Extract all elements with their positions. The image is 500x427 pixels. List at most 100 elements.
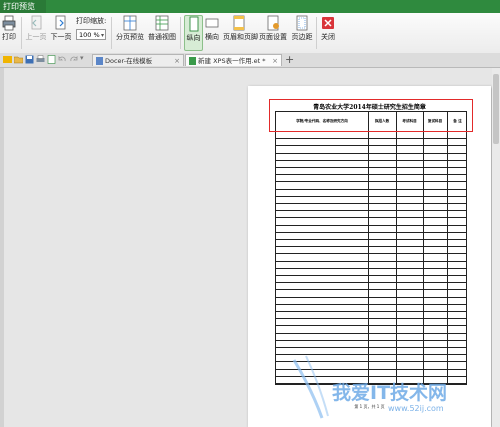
portrait-label: 纵向	[186, 34, 201, 42]
tab-docer-templates[interactable]: Docer-在线模板 ×	[92, 54, 184, 66]
table-row-line	[276, 260, 466, 262]
table-row-line	[276, 311, 466, 312]
table-row-line	[276, 318, 466, 320]
table-row-line	[276, 217, 466, 219]
page-break-preview-button[interactable]: 分页预览	[116, 15, 144, 42]
customize-arrow-icon[interactable]: ▾	[80, 54, 84, 62]
portrait-button[interactable]: 纵向	[184, 15, 203, 51]
chevron-down-icon: ▾	[100, 32, 104, 39]
left-edge-bar	[0, 68, 4, 427]
landscape-label: 横向	[205, 33, 219, 41]
table-row-line	[276, 347, 466, 348]
normal-view-icon	[155, 15, 169, 31]
landscape-icon	[205, 18, 219, 28]
window-title: 打印预览	[3, 2, 35, 11]
close-icon[interactable]: ×	[272, 55, 278, 66]
table-row-line	[276, 267, 466, 269]
table-row-line	[276, 231, 466, 233]
table-row-line	[276, 167, 466, 168]
undo-icon[interactable]	[58, 55, 67, 64]
zoom-value: 100 %	[79, 31, 100, 39]
table-row-line	[276, 152, 466, 154]
title-bar: 打印预览	[0, 0, 500, 13]
table-row-line	[276, 174, 466, 176]
page-break-preview-icon	[123, 15, 137, 31]
margins-icon	[296, 15, 308, 31]
app-menu-icon[interactable]	[3, 55, 12, 64]
table-row-line	[276, 203, 466, 204]
watermark: 我爱IT技术网 www.52ij.com	[292, 350, 492, 427]
page-setup-label: 页面设置	[259, 33, 287, 41]
open-folder-icon[interactable]	[14, 55, 23, 64]
table-row-line	[276, 332, 466, 334]
watermark-text: 我爱IT技术网	[332, 382, 448, 404]
zoom-label: 打印缩放:	[76, 17, 107, 25]
tab-label: Docer-在线模板	[105, 57, 153, 65]
spreadsheet-icon	[189, 57, 196, 65]
close-label: 关闭	[321, 33, 335, 41]
close-icon[interactable]: ×	[174, 55, 180, 66]
save-icon[interactable]	[25, 55, 34, 64]
margins-button[interactable]: 页边距	[291, 15, 313, 42]
header-footer-button[interactable]: 页眉和页脚	[223, 15, 258, 42]
prev-page-icon	[31, 15, 42, 30]
next-page-label: 下一页	[50, 33, 72, 41]
next-page-icon	[55, 15, 66, 30]
new-tab-button[interactable]: +	[285, 54, 294, 66]
docer-icon	[96, 57, 103, 65]
normal-view-label: 普通视图	[148, 33, 176, 41]
table-row-line	[276, 224, 466, 226]
table-row-line	[276, 289, 466, 291]
table-row-line	[276, 246, 466, 248]
title-highlight-box	[269, 99, 473, 132]
table-row-line	[276, 145, 466, 147]
header-footer-label: 页眉和页脚	[223, 33, 258, 41]
document-tab-strip: ▾ Docer-在线模板 × 新建 XPS表一作用.et * × +	[0, 53, 500, 68]
portrait-icon	[189, 16, 198, 32]
watermark-url: www.52ij.com	[388, 404, 444, 413]
table-row-line	[276, 282, 466, 284]
table-row-line	[276, 159, 466, 161]
redo-icon[interactable]	[69, 55, 78, 64]
table-row-line	[276, 239, 466, 240]
table-row-line	[276, 296, 466, 298]
prev-page-label: 上一页	[25, 33, 47, 41]
page-setup-button[interactable]: 页面设置	[258, 15, 288, 42]
normal-view-button[interactable]: 普通视图	[148, 15, 176, 42]
header-footer-icon	[233, 15, 245, 31]
landscape-button[interactable]: 横向	[204, 15, 220, 42]
vertical-scrollbar[interactable]	[492, 68, 500, 427]
prev-page-button[interactable]: 上一页	[25, 15, 47, 42]
table-row-line	[276, 253, 466, 255]
table-row-line	[276, 275, 466, 276]
document-table: 学院/专业代码、名称及研究方向 拟招人数 考试科目 复试科目 备 注	[275, 111, 467, 385]
tab-label: 新建 XPS表一作用.et *	[198, 57, 266, 65]
table-row-line	[276, 195, 466, 197]
table-row-line	[276, 188, 466, 190]
page-setup-icon	[267, 15, 279, 31]
close-preview-button[interactable]: 关闭	[320, 15, 336, 42]
close-icon	[322, 17, 334, 29]
print-preview-ribbon: 打印 上一页 下一页 打印缩放: 100 % ▾ 分页预览 普通视图 纵向 横向…	[0, 13, 500, 54]
table-row-line	[276, 210, 466, 212]
separator	[21, 17, 22, 49]
printer-icon	[2, 15, 16, 31]
table-row-line	[276, 339, 466, 341]
table-row-line	[276, 325, 466, 327]
separator	[180, 17, 181, 49]
table-row-line	[276, 181, 466, 183]
print-label: 打印	[2, 33, 16, 41]
table-row-line	[276, 303, 466, 305]
print-button[interactable]: 打印	[1, 15, 17, 42]
page-break-preview-label: 分页预览	[116, 33, 144, 41]
separator	[111, 17, 112, 49]
tab-current-workbook[interactable]: 新建 XPS表一作用.et * ×	[185, 54, 282, 66]
next-page-button[interactable]: 下一页	[50, 15, 72, 42]
print-preview-icon[interactable]	[47, 55, 56, 64]
margins-label: 页边距	[291, 33, 313, 41]
table-row-line	[276, 138, 466, 140]
print-icon[interactable]	[36, 55, 45, 64]
scrollbar-thumb[interactable]	[493, 74, 499, 144]
zoom-select[interactable]: 100 % ▾	[76, 29, 106, 40]
separator	[316, 17, 317, 49]
